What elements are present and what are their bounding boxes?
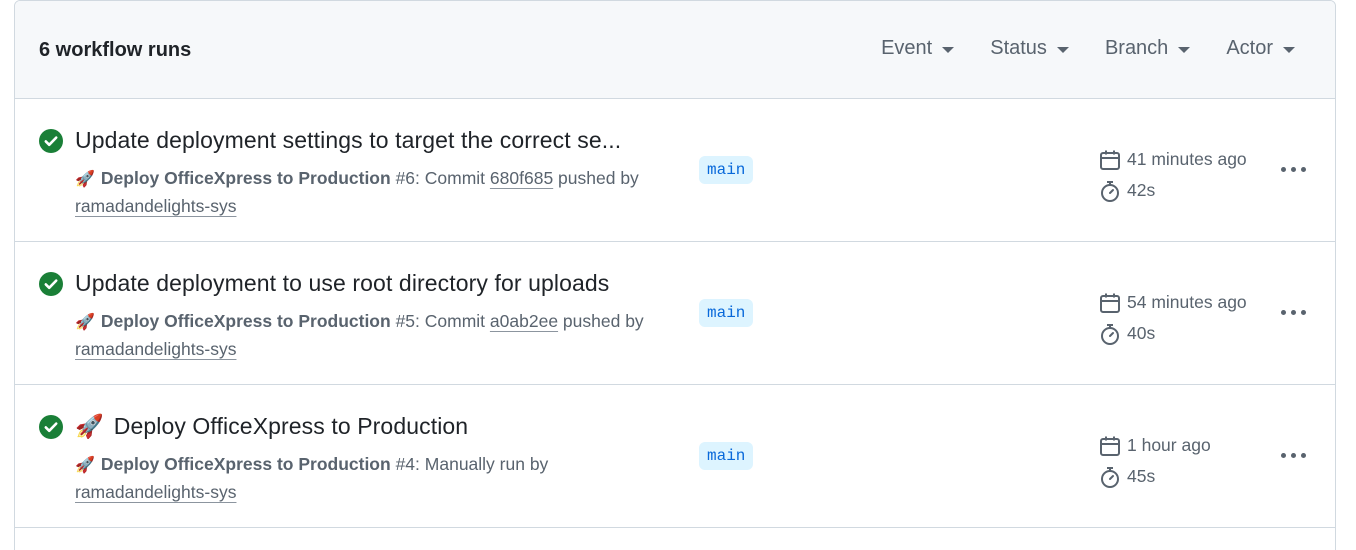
rocket-icon: 🚀 — [75, 457, 95, 474]
kebab-dot — [1300, 166, 1306, 172]
trigger-suffix: pushed by — [558, 311, 644, 331]
run-meta: 🚀 Deploy OfficeXpress to Production #4: M… — [75, 451, 675, 506]
chevron-down-icon — [942, 46, 955, 53]
time-ago: 41 minutes ago — [1127, 149, 1247, 169]
calendar-icon — [1100, 150, 1120, 170]
kebab-dot — [1280, 309, 1286, 315]
status-filter[interactable]: Status — [990, 37, 1069, 60]
workflow-runs-panel: 6 workflow runs Event Status Branch Acto… — [14, 0, 1336, 550]
run-duration: 45s — [1127, 466, 1156, 486]
actor-link[interactable]: ramadandelights-sys — [75, 482, 236, 502]
commit-link[interactable]: a0ab2ee — [490, 311, 558, 331]
kebab-dot — [1280, 166, 1286, 172]
commit-link[interactable]: 680f685 — [490, 168, 553, 188]
kebab-dot — [1300, 452, 1306, 458]
check-circle-fill-icon — [39, 415, 63, 439]
kebab-dot — [1290, 452, 1296, 458]
run-title-link[interactable]: Update deployment to use root directory … — [75, 270, 609, 297]
chevron-down-icon — [1056, 46, 1069, 53]
run-menu-button[interactable] — [1277, 439, 1309, 471]
workflow-run-row[interactable]: Update deployment settings to target the… — [15, 99, 1335, 242]
run-title-text: Update deployment to use root directory … — [75, 270, 610, 296]
kebab-dot — [1290, 166, 1296, 172]
rocket-icon: 🚀 — [75, 314, 95, 331]
run-timing: 54 minutes ago 40s — [1099, 287, 1247, 349]
check-circle-fill-icon — [39, 272, 63, 296]
run-duration: 40s — [1127, 323, 1156, 343]
run-title-link[interactable]: 🚀 Deploy OfficeXpress to Production — [75, 413, 468, 440]
rocket-icon: 🚀 — [75, 413, 104, 439]
run-menu-button[interactable] — [1277, 296, 1309, 328]
branch-label[interactable]: main — [699, 299, 754, 327]
workflow-name: Deploy OfficeXpress to Production — [100, 311, 391, 331]
run-menu-button[interactable] — [1277, 153, 1309, 185]
run-title-link[interactable]: Update deployment settings to target the… — [75, 127, 621, 154]
runs-count: 6 workflow runs — [39, 39, 192, 61]
workflow-name: Deploy OfficeXpress to Production — [100, 454, 391, 474]
stopwatch-icon — [1101, 466, 1119, 488]
run-title-text: Deploy OfficeXpress to Production — [113, 413, 469, 439]
branch-label[interactable]: main — [699, 156, 754, 184]
branch-label[interactable]: main — [699, 442, 754, 470]
trigger-text: : Manually run by — [415, 454, 549, 474]
run-number: #5 — [395, 311, 416, 331]
calendar-icon — [1100, 293, 1120, 313]
trigger-text: : Commit — [415, 311, 490, 331]
actor-link[interactable]: ramadandelights-sys — [75, 339, 236, 359]
rocket-icon: 🚀 — [75, 171, 95, 188]
chevron-down-icon — [1178, 46, 1191, 53]
calendar-icon — [1100, 436, 1120, 456]
status-filter-label: Status — [990, 37, 1047, 59]
actor-filter-label: Actor — [1226, 37, 1273, 59]
run-meta: 🚀 Deploy OfficeXpress to Production #6: C… — [75, 165, 675, 220]
kebab-dot — [1280, 452, 1286, 458]
run-meta: 🚀 Deploy OfficeXpress to Production #5: C… — [75, 308, 675, 363]
branch-filter-label: Branch — [1104, 37, 1169, 59]
workflow-run-row[interactable]: 🚀 Deploy OfficeXpress to Production 🚀 Depl… — [15, 385, 1335, 528]
kebab-dot — [1300, 309, 1306, 315]
event-filter[interactable]: Event — [881, 37, 955, 60]
run-timing: 1 hour ago 45s — [1099, 430, 1211, 492]
chevron-down-icon — [1283, 46, 1295, 53]
actor-filter[interactable]: Actor — [1226, 37, 1295, 60]
run-number: #6 — [395, 168, 416, 188]
filter-bar: Event Status Branch Actor — [881, 37, 1295, 60]
stopwatch-icon — [1101, 323, 1119, 345]
workflow-name: Deploy OfficeXpress to Production — [100, 168, 391, 188]
time-ago: 54 minutes ago — [1127, 292, 1247, 312]
check-circle-fill-icon — [39, 129, 63, 153]
run-timing: 41 minutes ago 42s — [1099, 144, 1247, 206]
run-title-text: Update deployment settings to target the… — [75, 127, 622, 153]
workflow-run-row[interactable]: Update deployment to use root directory … — [15, 242, 1335, 385]
runs-header: 6 workflow runs Event Status Branch Acto… — [15, 1, 1335, 99]
event-filter-label: Event — [881, 37, 933, 59]
branch-filter[interactable]: Branch — [1104, 37, 1191, 60]
kebab-dot — [1290, 309, 1296, 315]
trigger-text: : Commit — [415, 168, 490, 188]
run-number: #4 — [395, 454, 416, 474]
actor-link[interactable]: ramadandelights-sys — [75, 196, 236, 216]
run-duration: 42s — [1127, 180, 1156, 200]
stopwatch-icon — [1101, 180, 1119, 202]
trigger-suffix: pushed by — [553, 168, 639, 188]
time-ago: 1 hour ago — [1127, 435, 1211, 455]
